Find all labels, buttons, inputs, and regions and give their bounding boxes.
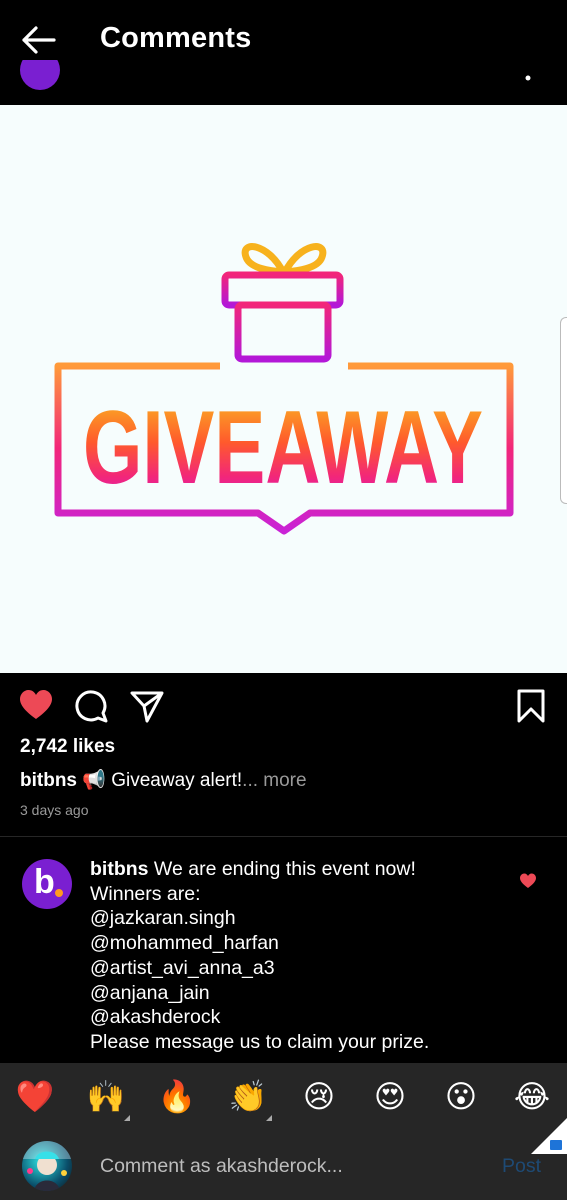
comment-mention[interactable]: @artist_avi_anna_a3 (90, 956, 500, 981)
comment-username[interactable]: bitbns (90, 858, 149, 880)
skin-tone-indicator (124, 1115, 130, 1121)
reaction-emoji[interactable]: 🔥 (157, 1077, 197, 1117)
avatar-logo: b (34, 863, 55, 901)
reaction-emoji[interactable]: 😂 (512, 1077, 552, 1117)
like-heart-icon[interactable] (19, 688, 53, 724)
user-avatar[interactable] (22, 1141, 72, 1191)
page-title: Comments (100, 22, 252, 54)
avatar-logo-dot (55, 889, 63, 897)
comment-compose-bar: Comment as akashderock... Post (0, 1133, 567, 1200)
comment-text: We are ending this event now! (153, 858, 416, 880)
caption-text: 📢 Giveaway alert! (82, 770, 243, 791)
comment-mention[interactable]: @anjana_jain (90, 981, 500, 1006)
comment-body: bitbns We are ending this event now! Win… (90, 857, 500, 1055)
top-bar: Comments (0, 0, 567, 105)
comment-line: Winners are: (90, 882, 201, 905)
caption-username[interactable]: bitbns (20, 770, 77, 791)
emoji-reaction-bar: ❤️ 🙌 🔥 👏 😢 😍 😮 😂 (0, 1063, 567, 1133)
caption-more-link[interactable]: ... more (242, 770, 306, 791)
reaction-emoji[interactable]: 😮 (441, 1077, 481, 1117)
reaction-emoji[interactable]: 👏 (228, 1077, 268, 1117)
divider (0, 836, 567, 837)
reaction-emoji[interactable]: 😢 (299, 1077, 339, 1117)
reaction-emoji[interactable]: 🙌 (86, 1077, 126, 1117)
comment-line: bitbns We are ending this event now! (90, 857, 500, 882)
post-image[interactable]: GIVEAWAY (0, 105, 567, 673)
post-caption: bitbns 📢 Giveaway alert!... more (20, 768, 307, 792)
like-count[interactable]: 2,742 likes (20, 736, 115, 758)
reaction-emoji[interactable]: 😍 (370, 1077, 410, 1117)
comment-mention[interactable]: @jazkaran.singh (90, 906, 500, 931)
bookmark-icon[interactable] (516, 688, 546, 724)
comment-mention[interactable]: @akashderock (90, 1005, 500, 1030)
skin-tone-indicator (266, 1115, 272, 1121)
comment-like-heart-icon[interactable] (519, 873, 537, 889)
comment-input[interactable]: Comment as akashderock... (100, 1155, 343, 1178)
comment-mention[interactable]: @mohammed_harfan (90, 931, 500, 956)
screenshot-tool-icon[interactable] (550, 1140, 562, 1150)
comment-line: Please message us to claim your prize. (90, 1030, 430, 1053)
commenter-avatar[interactable]: b (22, 859, 72, 909)
post-timestamp: 3 days ago (20, 802, 89, 818)
reaction-emoji[interactable]: ❤️ (15, 1077, 55, 1117)
share-icon[interactable] (130, 688, 164, 724)
user-avatar-art (22, 1141, 72, 1191)
giveaway-graphic: GIVEAWAY (54, 243, 514, 535)
giveaway-text: GIVEAWAY (83, 390, 483, 506)
more-options-icon[interactable] (524, 74, 532, 82)
back-arrow-icon[interactable] (18, 22, 58, 58)
post-button[interactable]: Post (502, 1155, 541, 1178)
scrolled-post-avatar (20, 60, 60, 90)
comment-icon[interactable] (74, 688, 108, 724)
scroll-handle[interactable] (560, 317, 567, 504)
